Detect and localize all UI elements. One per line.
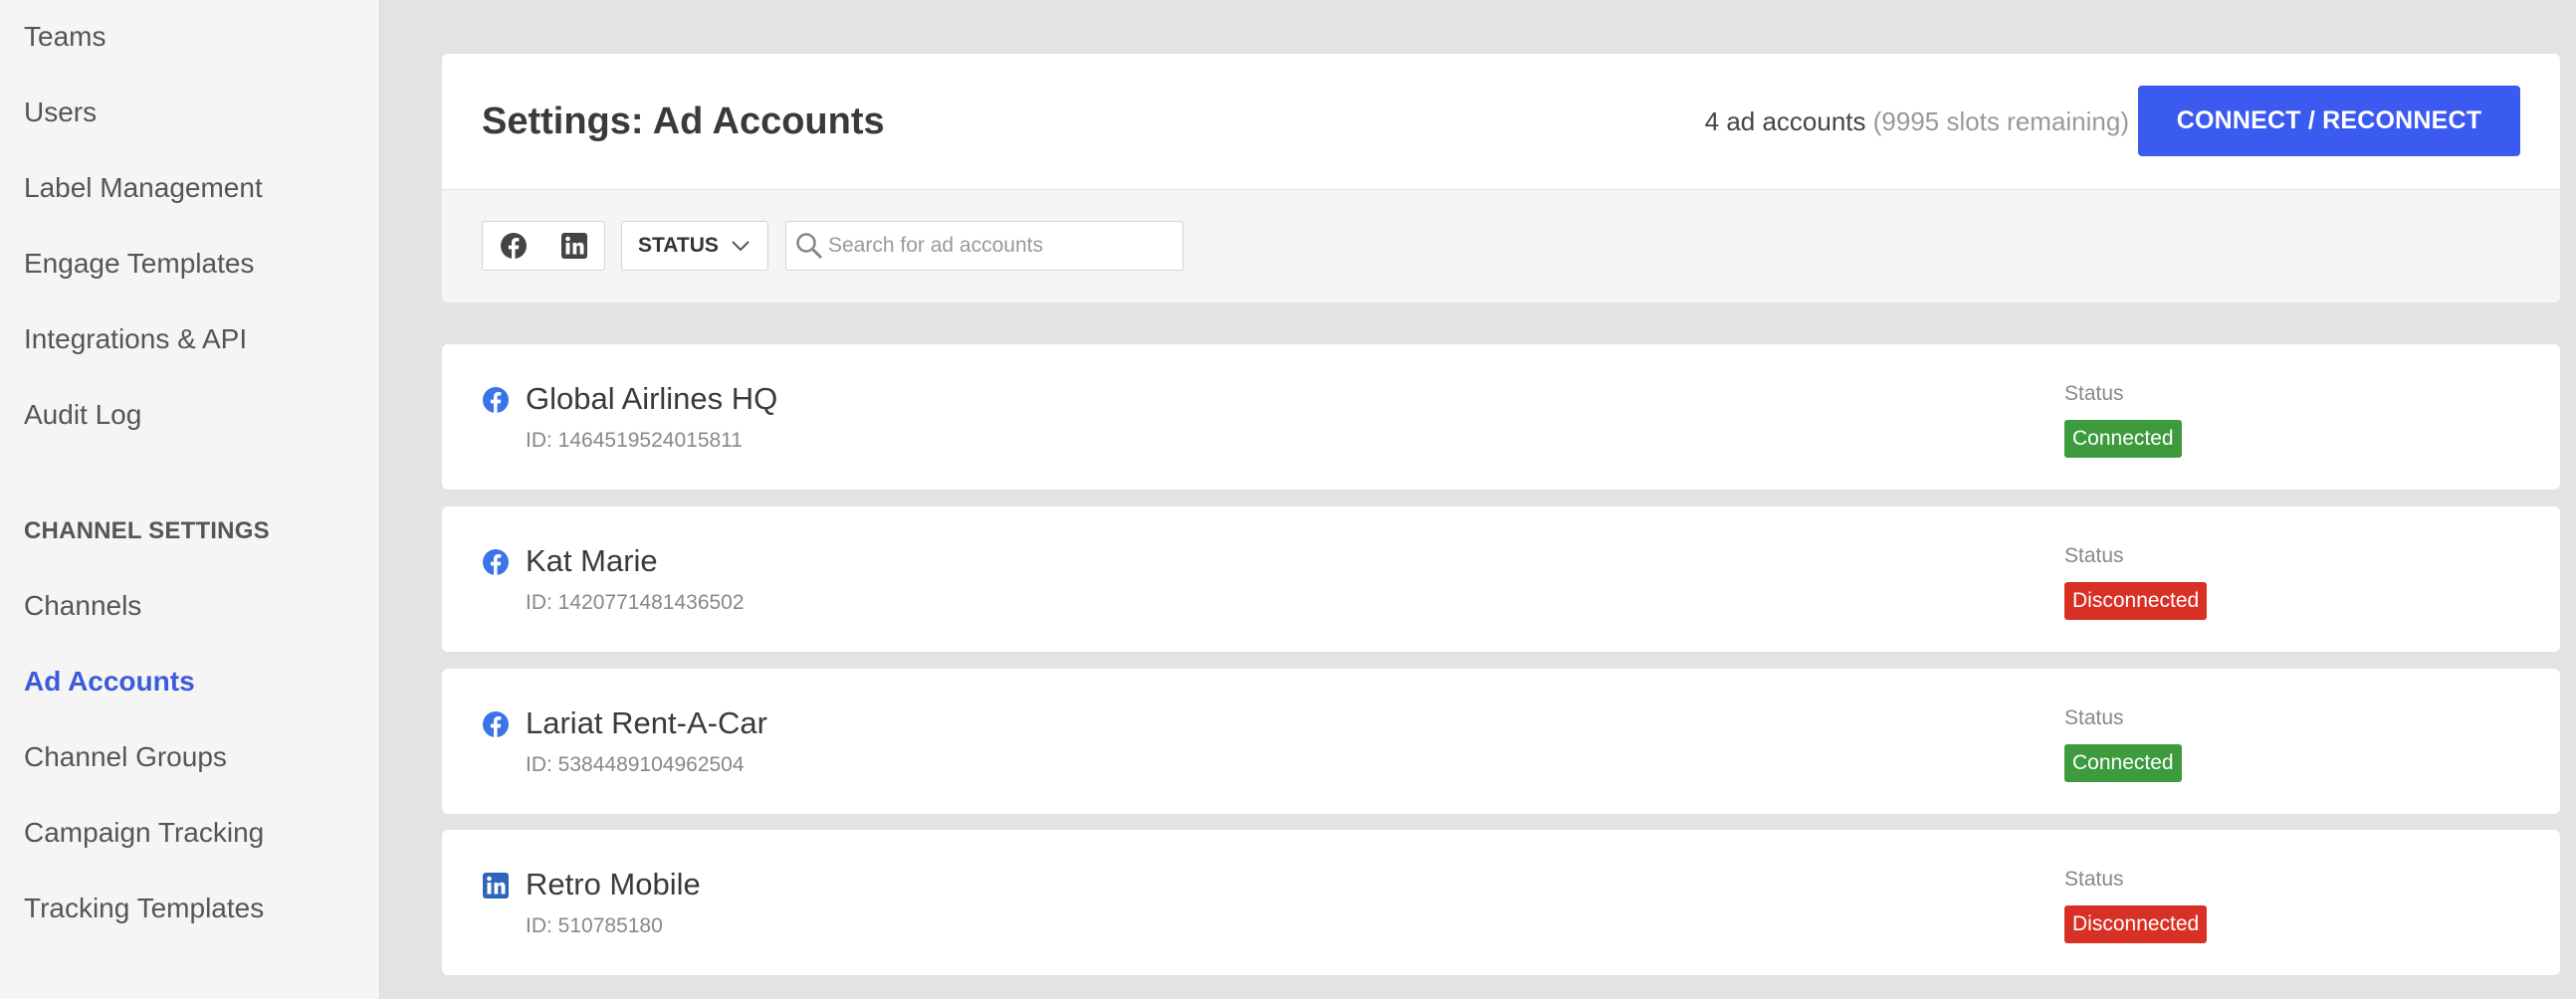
slots-remaining-text: (9995 slots remaining) xyxy=(1872,106,2129,136)
connect-reconnect-button[interactable]: CONNECT / RECONNECT xyxy=(2138,86,2520,156)
status-dropdown-label: STATUS xyxy=(638,234,719,257)
sidebar-item-engage-templates[interactable]: Engage Templates xyxy=(24,250,254,278)
filter-bar: STATUS xyxy=(442,190,2560,302)
status-label: Status xyxy=(2064,544,2124,567)
search-icon xyxy=(794,231,824,266)
account-count-text: 4 ad accounts xyxy=(1704,106,1866,136)
account-card[interactable]: Kat Marie ID: 1420771481436502 Status Di… xyxy=(442,506,2560,652)
sidebar-item-campaign-tracking[interactable]: Campaign Tracking xyxy=(24,819,264,847)
account-id: ID: 1420771481436502 xyxy=(526,591,745,614)
facebook-filter-button[interactable] xyxy=(483,222,543,270)
sidebar-item-channels[interactable]: Channels xyxy=(24,592,141,620)
account-name: Kat Marie xyxy=(526,543,658,578)
facebook-icon xyxy=(483,549,509,575)
search-input[interactable] xyxy=(828,222,1177,270)
sidebar-item-users[interactable]: Users xyxy=(24,99,97,126)
status-badge: Connected xyxy=(2064,744,2182,782)
status-label: Status xyxy=(2064,868,2124,891)
linkedin-filter-button[interactable] xyxy=(543,222,604,270)
sidebar: Teams Users Label Management Engage Temp… xyxy=(0,0,380,999)
header-card: Settings: Ad Accounts 4 ad accounts (999… xyxy=(442,54,2560,302)
status-dropdown[interactable]: STATUS xyxy=(621,221,768,271)
status-badge: Connected xyxy=(2064,420,2182,458)
status-badge: Disconnected xyxy=(2064,905,2208,943)
sidebar-section-channel-settings: CHANNEL SETTINGS xyxy=(24,517,270,544)
account-id: ID: 1464519524015811 xyxy=(526,429,743,452)
status-label: Status xyxy=(2064,706,2124,729)
account-card[interactable]: Lariat Rent-A-Car ID: 5384489104962504 S… xyxy=(442,669,2560,814)
search-box xyxy=(785,221,1183,271)
chevron-down-icon xyxy=(731,240,751,252)
linkedin-icon xyxy=(483,873,509,899)
sidebar-item-ad-accounts[interactable]: Ad Accounts xyxy=(24,668,195,696)
account-name: Lariat Rent-A-Car xyxy=(526,705,767,740)
account-card[interactable]: Retro Mobile ID: 510785180 Status Discon… xyxy=(442,830,2560,975)
status-badge: Disconnected xyxy=(2064,582,2208,620)
facebook-icon xyxy=(500,233,527,259)
facebook-icon xyxy=(483,711,509,737)
sidebar-item-integrations-api[interactable]: Integrations & API xyxy=(24,325,247,353)
sidebar-item-label-management[interactable]: Label Management xyxy=(24,174,263,202)
account-count: 4 ad accounts (9995 slots remaining) xyxy=(1705,106,2129,137)
linkedin-icon xyxy=(560,233,587,259)
sidebar-item-channel-groups[interactable]: Channel Groups xyxy=(24,743,227,771)
sidebar-item-audit-log[interactable]: Audit Log xyxy=(24,401,141,429)
account-card[interactable]: Global Airlines HQ ID: 1464519524015811 … xyxy=(442,344,2560,490)
sidebar-item-teams[interactable]: Teams xyxy=(24,23,106,51)
account-name: Global Airlines HQ xyxy=(526,381,778,416)
facebook-icon xyxy=(483,387,509,413)
network-filter-group xyxy=(482,221,605,271)
status-label: Status xyxy=(2064,382,2124,405)
header-top: Settings: Ad Accounts 4 ad accounts (999… xyxy=(442,54,2560,190)
page-title: Settings: Ad Accounts xyxy=(482,100,885,142)
account-id: ID: 5384489104962504 xyxy=(526,753,745,776)
account-id: ID: 510785180 xyxy=(526,914,663,937)
sidebar-item-tracking-templates[interactable]: Tracking Templates xyxy=(24,895,264,922)
account-name: Retro Mobile xyxy=(526,867,701,901)
